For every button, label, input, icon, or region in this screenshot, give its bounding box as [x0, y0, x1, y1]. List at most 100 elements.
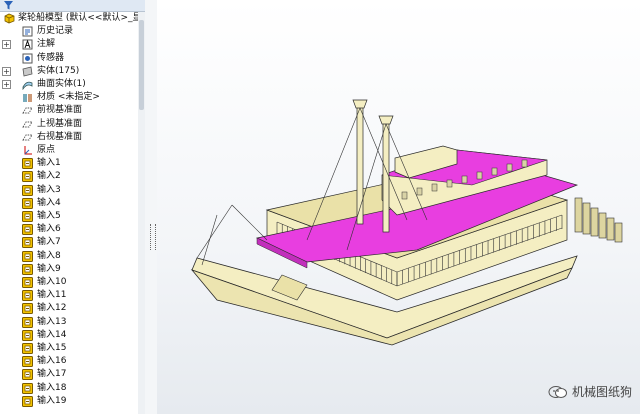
import-feature-icon [22, 197, 33, 209]
tree-item[interactable]: 前视基准面 [0, 104, 145, 117]
tree-item-label: 前视基准面 [37, 105, 83, 116]
watermark: 机械图纸狗 [548, 382, 632, 402]
tree-item[interactable]: 输入16 [0, 355, 145, 368]
material-icon [23, 94, 32, 103]
tree-item[interactable]: 输入8 [0, 250, 145, 263]
tree-item-label: 曲面实体(1) [37, 79, 86, 89]
origin-icon [24, 146, 32, 155]
tree-item[interactable]: 历史记录 [0, 25, 145, 38]
tree-item-label: 输入5 [37, 211, 61, 221]
history-icon [22, 26, 33, 37]
tree-item-label: 输入13 [37, 316, 67, 327]
graphics-viewport[interactable] [157, 0, 640, 414]
cabin-window [416, 187, 423, 196]
feature-manager-tree-panel: 桨轮船模型 (默认<<默认>_显 历史记录 + 注解 传感器 + 实体(175) + 曲面实体… [0, 0, 146, 414]
tree-item[interactable]: 传感器 [0, 52, 145, 65]
cabin-window [476, 171, 483, 180]
tree-scroll-thumb[interactable] [139, 20, 144, 110]
tree-item-label: 传感器 [37, 52, 65, 63]
panel-splitter[interactable] [145, 0, 157, 414]
expand-icon[interactable]: + [2, 40, 11, 50]
filter-icon[interactable] [4, 1, 13, 10]
tree-item[interactable]: 输入18 [0, 382, 145, 395]
tree-item-label: 输入10 [37, 277, 67, 287]
tree-item-label: 原点 [37, 145, 56, 155]
tree-item[interactable]: 上视基准面 [0, 118, 145, 131]
tree-item-label: 输入11 [37, 290, 67, 301]
tree-item-label: 输入7 [37, 237, 61, 248]
tree-item[interactable]: 原点 [0, 144, 145, 157]
import-feature-icon [22, 329, 33, 341]
sensor-icon [22, 53, 33, 64]
import-feature-icon [22, 211, 33, 222]
plane-icon [22, 121, 33, 128]
tree-item[interactable]: 右视基准面 [0, 131, 145, 144]
tree-item[interactable]: 材质 <未指定> [0, 91, 145, 104]
splitter-grip-icon[interactable] [150, 224, 156, 250]
tree-item[interactable]: 输入11 [0, 289, 145, 302]
tree-item-label: 材质 <未指定> [37, 92, 100, 103]
paddle-blade [606, 217, 615, 241]
tree-item-label: 上视基准面 [37, 118, 83, 129]
tree-item-label: 输入15 [37, 343, 67, 353]
tree-item-label: 输入9 [37, 263, 61, 274]
cabin-window [446, 179, 453, 188]
tree-item[interactable]: 输入13 [0, 316, 145, 329]
paddle-blade [614, 222, 623, 243]
paddle-blade [582, 202, 591, 235]
import-feature-icon [22, 382, 33, 394]
tree-item[interactable]: + 注解 [0, 38, 145, 51]
surface-bodies-icon [22, 81, 33, 90]
tree-item-label: 右视基准面 [37, 131, 83, 142]
tree-item-label: 输入14 [37, 329, 67, 340]
tree-item[interactable]: 输入14 [0, 329, 145, 342]
tree-item-label: 输入4 [37, 197, 61, 208]
tree-item[interactable]: 输入10 [0, 276, 145, 289]
plane-icon [22, 134, 33, 141]
tree-item[interactable]: 输入12 [0, 302, 145, 315]
import-feature-icon [22, 303, 33, 315]
paddle-blade [574, 197, 583, 233]
tree-item-label: 输入17 [37, 369, 67, 380]
import-feature-icon [22, 224, 33, 236]
tree-item[interactable]: 输入4 [0, 197, 145, 210]
tree-item[interactable]: 输入5 [0, 210, 145, 223]
tree-item-label: 输入19 [37, 395, 67, 406]
tree-item-label: 输入1 [37, 158, 61, 169]
tree-item[interactable]: 输入6 [0, 223, 145, 236]
expand-icon[interactable]: + [2, 80, 11, 89]
tree-item-label: 输入8 [37, 250, 61, 261]
cabin-window [521, 159, 528, 168]
watermark-text: 机械图纸狗 [571, 385, 632, 399]
import-feature-icon [22, 171, 33, 183]
tree-item[interactable]: 输入17 [0, 368, 145, 381]
tree-item[interactable]: 输入3 [0, 184, 145, 197]
plane-icon [22, 107, 33, 114]
cabin-window [461, 175, 468, 184]
solid-bodies-icon [22, 66, 33, 77]
annotation-icon [22, 39, 33, 50]
tree-item-label: 历史记录 [37, 26, 74, 37]
paddle-steamer-model [190, 99, 623, 346]
expand-icon[interactable]: + [2, 66, 11, 76]
tree-item-label: 输入6 [37, 224, 61, 235]
import-feature-icon [22, 184, 33, 196]
tree-item-label: 输入3 [37, 184, 61, 195]
part-icon [4, 13, 15, 24]
tree-root-item[interactable]: 桨轮船模型 (默认<<默认>_显 [0, 12, 145, 25]
tree-item[interactable]: + 实体(175) [0, 65, 145, 78]
tree-item[interactable]: 输入15 [0, 342, 145, 355]
paddle-blade [598, 212, 607, 239]
tree-item[interactable]: 输入1 [0, 157, 145, 170]
cabin-window [506, 163, 513, 172]
tree-item[interactable]: 输入19 [0, 395, 145, 408]
tree-item[interactable]: 输入2 [0, 170, 145, 183]
wechat-icon [548, 386, 567, 398]
tree-item[interactable]: + 曲面实体(1) [0, 78, 145, 91]
tree-item-label: 输入2 [37, 171, 61, 182]
import-feature-icon [22, 277, 33, 288]
import-feature-icon [22, 263, 33, 275]
tree-item[interactable]: 输入7 [0, 236, 145, 249]
tree-item[interactable]: 输入9 [0, 263, 145, 276]
tree-item-label: 实体(175) [37, 65, 80, 76]
